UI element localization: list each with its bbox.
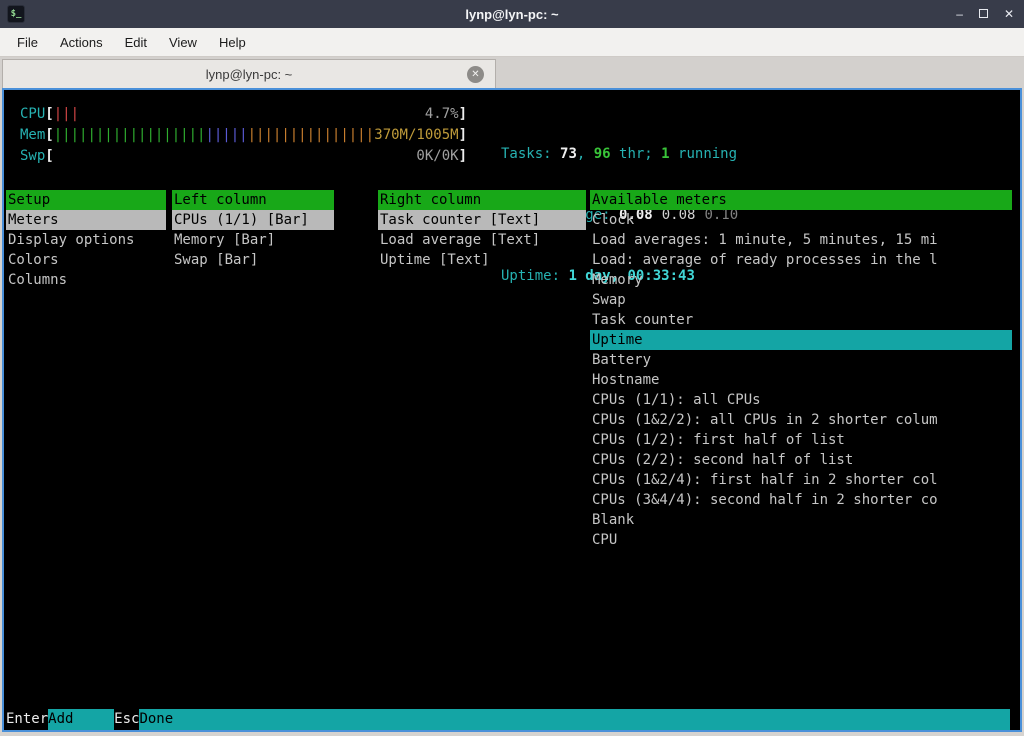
close-tab-icon[interactable]: ✕: [467, 66, 484, 83]
meter-option-clock[interactable]: Clock: [590, 210, 1012, 230]
menu-view[interactable]: View: [158, 30, 208, 55]
meter-option-cpus-2-2[interactable]: CPUs (2/2): second half of list: [590, 450, 1012, 470]
mem-used-bars: ||||||||||||||||||: [54, 127, 206, 143]
bracket-open: [: [45, 146, 53, 167]
right-column-item-task-counter[interactable]: Task counter [Text]: [378, 210, 586, 230]
terminal-content: CPU[|||4.7%] Mem[|||||||||||||||||||||||…: [4, 90, 1020, 730]
titlebar: $_ lynp@lyn-pc: ~ – ✕: [0, 0, 1024, 28]
mem-cache-bars: |||||||||||||||: [248, 127, 374, 143]
meter-option-cpu[interactable]: CPU: [590, 530, 1012, 550]
enter-key-label: Enter: [6, 709, 48, 730]
tasks-line: Tasks: 73, 96 thr; 1 running: [501, 144, 738, 165]
meter-option-cpus-34-4[interactable]: CPUs (3&4/4): second half in 2 shorter c…: [590, 490, 1012, 510]
setup-category-columns[interactable]: Columns: [6, 270, 166, 290]
left-column-item-memory[interactable]: Memory [Bar]: [172, 230, 334, 250]
panel-header-setup: Setup: [6, 190, 166, 210]
bracket-close: ]: [459, 125, 467, 146]
right-column-item-uptime[interactable]: Uptime [Text]: [378, 250, 586, 270]
panel-header-left-column: Left column: [172, 190, 334, 210]
terminal-frame: CPU[|||4.7%] Mem[|||||||||||||||||||||||…: [2, 88, 1022, 732]
setup-panel-right-column: Right column Task counter [Text] Load av…: [378, 190, 586, 270]
bracket-close: ]: [459, 146, 467, 167]
cpu-meter: CPU[||| 4.7%]: [20, 104, 467, 125]
mem-buffer-bars: |||||: [205, 127, 247, 143]
left-column-item-swap[interactable]: Swap [Bar]: [172, 250, 334, 270]
meter-option-hostname[interactable]: Hostname: [590, 370, 1012, 390]
bracket-open: [: [45, 104, 53, 125]
menu-actions[interactable]: Actions: [49, 30, 114, 55]
swap-meter-value: 0K/0K: [416, 146, 458, 167]
tasks-total: 73: [560, 146, 577, 162]
setup-category-colors[interactable]: Colors: [6, 250, 166, 270]
function-bar: Enter Add Esc Done: [6, 709, 1010, 730]
mem-meter-value: 370M/1005M: [374, 125, 458, 146]
menubar: File Actions Edit View Help: [0, 28, 1024, 57]
cpu-meter-value: 4.7%: [425, 104, 459, 125]
esc-key-label: Esc: [114, 709, 139, 730]
meter-option-battery[interactable]: Battery: [590, 350, 1012, 370]
right-column-item-load-average[interactable]: Load average [Text]: [378, 230, 586, 250]
maximize-icon[interactable]: [979, 0, 988, 28]
setup-category-meters[interactable]: Meters: [6, 210, 166, 230]
meter-option-swap[interactable]: Swap: [590, 290, 1012, 310]
meter-option-cpus-12-2[interactable]: CPUs (1&2/2): all CPUs in 2 shorter colu…: [590, 410, 1012, 430]
setup-panel-left-column: Left column CPUs (1/1) [Bar] Memory [Bar…: [172, 190, 334, 270]
left-column-item-cpus[interactable]: CPUs (1/1) [Bar]: [172, 210, 334, 230]
terminal-window: $_ lynp@lyn-pc: ~ – ✕ File Actions Edit …: [0, 0, 1024, 736]
tab-title: lynp@lyn-pc: ~: [206, 67, 293, 82]
add-button[interactable]: Add: [48, 709, 114, 730]
menu-help[interactable]: Help: [208, 30, 257, 55]
meter-option-memory[interactable]: Memory: [590, 270, 1012, 290]
mem-meter-label: Mem: [20, 125, 45, 146]
meter-option-cpus-12-4[interactable]: CPUs (1&2/4): first half in 2 shorter co…: [590, 470, 1012, 490]
close-icon[interactable]: ✕: [1004, 0, 1014, 28]
bracket-open: [: [45, 125, 53, 146]
setup-category-display-options[interactable]: Display options: [6, 230, 166, 250]
menu-file[interactable]: File: [6, 30, 49, 55]
meter-option-blank[interactable]: Blank: [590, 510, 1012, 530]
running-count: 1: [661, 146, 669, 162]
setup-panel-available-meters: Available meters Clock Load averages: 1 …: [590, 190, 1012, 550]
terminal-tab[interactable]: lynp@lyn-pc: ~ ✕: [2, 59, 496, 88]
minimize-icon[interactable]: –: [956, 0, 963, 28]
setup-panel-categories: Setup Meters Display options Colors Colu…: [6, 190, 166, 290]
swap-meter: Swp[0K/0K]: [20, 146, 467, 167]
panel-header-available-meters: Available meters: [590, 190, 1012, 210]
swap-meter-label: Swp: [20, 146, 45, 167]
mem-meter: Mem[||||||||||||||||||||||||||||||||||||…: [20, 125, 467, 146]
window-title: lynp@lyn-pc: ~: [0, 7, 1024, 22]
meter-option-cpus-1-1[interactable]: CPUs (1/1): all CPUs: [590, 390, 1012, 410]
panel-header-right-column: Right column: [378, 190, 586, 210]
bracket-close: ]: [459, 104, 467, 125]
meter-option-uptime[interactable]: Uptime: [590, 330, 1012, 350]
cpu-meter-bars: |||: [54, 104, 79, 125]
menu-edit[interactable]: Edit: [114, 30, 158, 55]
tabbar: lynp@lyn-pc: ~ ✕: [0, 57, 1024, 88]
meter-area: CPU[|||4.7%] Mem[|||||||||||||||||||||||…: [20, 104, 467, 167]
cpu-meter-label: CPU: [20, 104, 45, 125]
meter-option-task-counter[interactable]: Task counter: [590, 310, 1012, 330]
meter-option-load[interactable]: Load: average of ready processes in the …: [590, 250, 1012, 270]
meter-option-cpus-1-2[interactable]: CPUs (1/2): first half of list: [590, 430, 1012, 450]
meter-option-load-averages[interactable]: Load averages: 1 minute, 5 minutes, 15 m…: [590, 230, 1012, 250]
threads-count: 96: [594, 146, 611, 162]
done-button[interactable]: Done: [139, 709, 1010, 730]
